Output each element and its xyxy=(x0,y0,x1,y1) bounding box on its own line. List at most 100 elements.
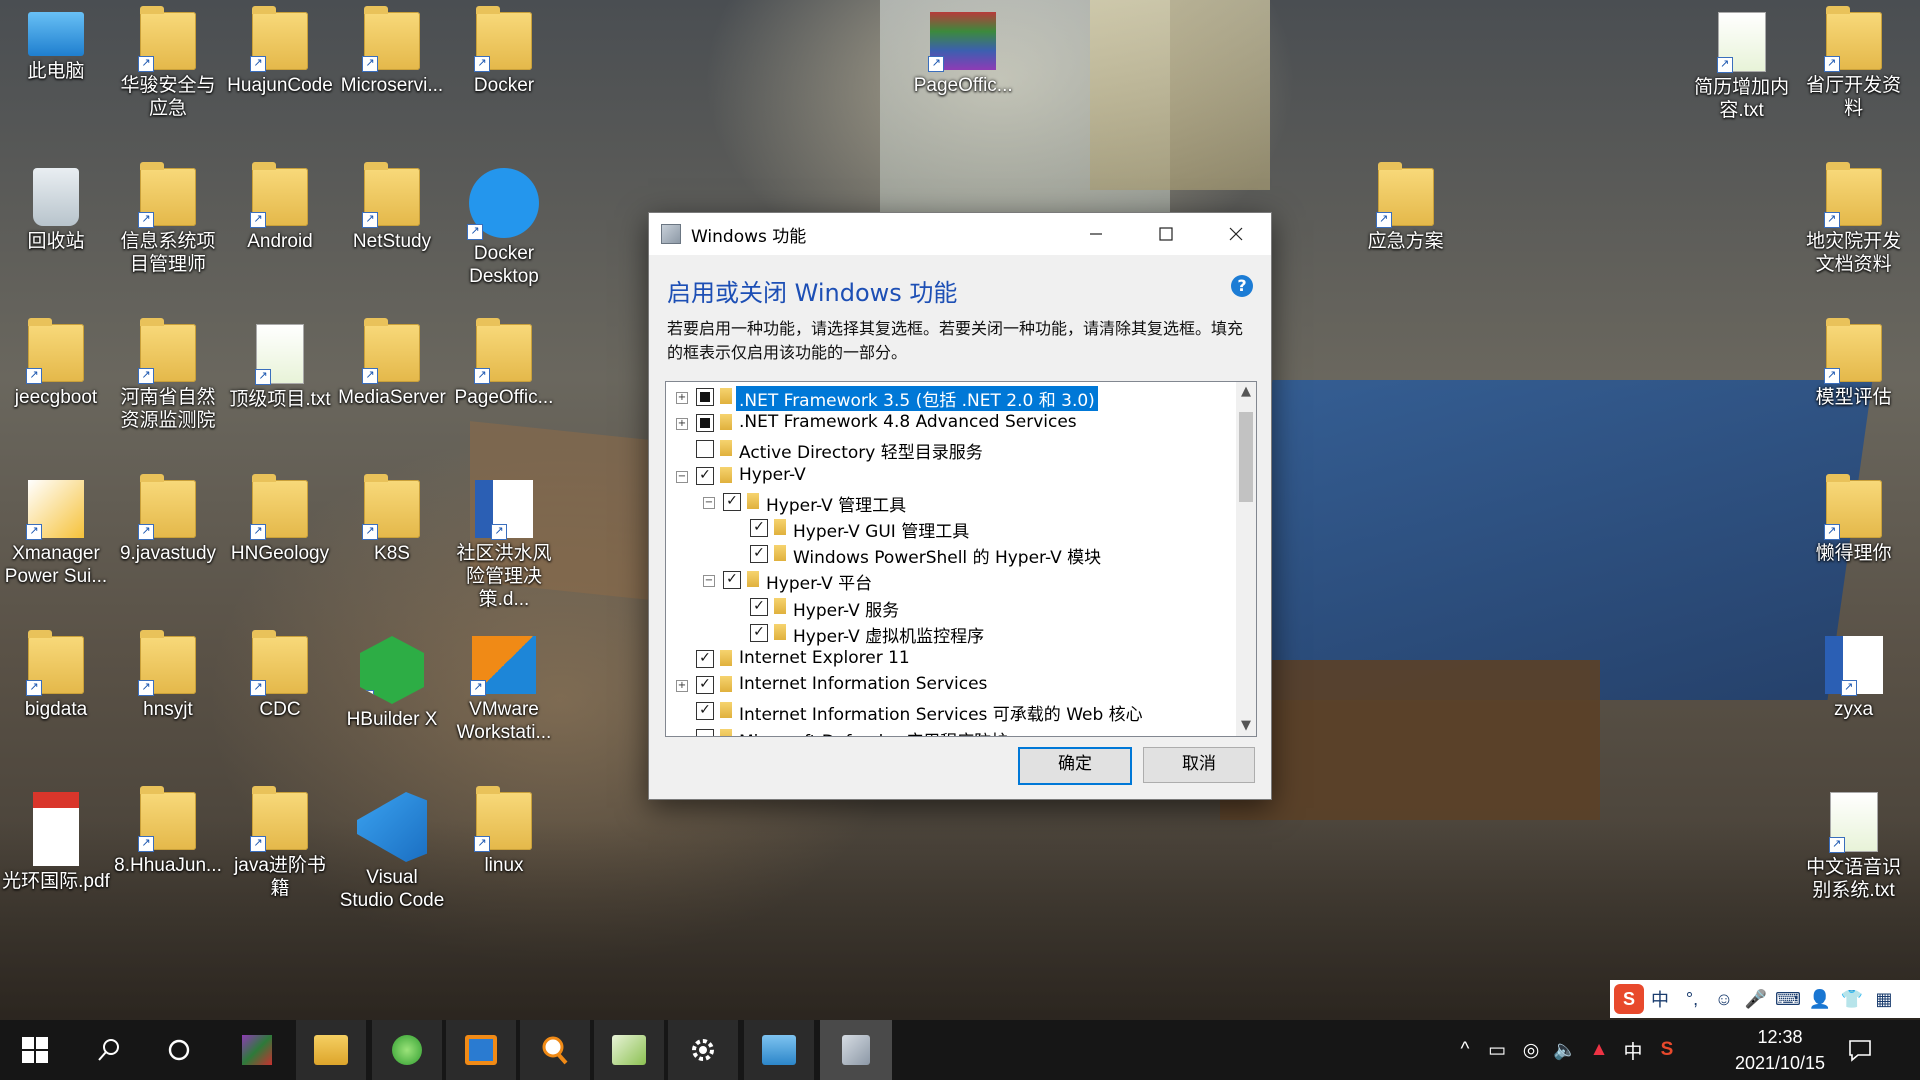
desktop-icon[interactable]: ↗ 应急方案 xyxy=(1351,162,1461,253)
desktop-icon[interactable]: ↗ 信息系统项目管理师 xyxy=(113,162,223,276)
feature-checkbox[interactable] xyxy=(696,414,714,433)
desktop-icon[interactable]: ↗ java进阶书籍 xyxy=(225,786,335,900)
feature-row[interactable]: + ✓ Internet Information Services xyxy=(666,672,1226,698)
desktop-icon[interactable]: ↗ zyxa xyxy=(1799,636,1909,721)
feature-row[interactable]: ✓ Hyper-V GUI 管理工具 xyxy=(666,515,1226,542)
desktop-icon[interactable]: ↗ Docker xyxy=(449,6,559,97)
expand-icon[interactable]: + xyxy=(676,418,688,431)
feature-row[interactable]: − ✓ Hyper-V 平台 xyxy=(666,567,1226,594)
network-icon[interactable]: ▭ xyxy=(1480,1039,1514,1062)
desktop-icon[interactable]: ↗ 顶级项目.txt xyxy=(225,324,335,411)
ime-punctuation-toggle[interactable]: °, xyxy=(1676,989,1708,1010)
feature-row[interactable]: ✓ Internet Explorer 11 xyxy=(666,646,1226,672)
app-tray-icon[interactable]: ▲ xyxy=(1582,1039,1616,1061)
feature-row[interactable]: ✓ Hyper-V 服务 xyxy=(666,594,1226,621)
feature-checkbox[interactable]: ✓ xyxy=(696,650,714,668)
desktop-icon[interactable]: ↗ 8.HhuaJun... xyxy=(113,786,223,877)
start-button[interactable] xyxy=(0,1020,70,1080)
collapse-icon[interactable]: − xyxy=(676,470,688,483)
desktop-icon[interactable]: ↗ 华骏安全与应急 xyxy=(113,6,223,120)
feature-row[interactable]: Microsoft Defender 应用程序防护 xyxy=(666,725,1226,736)
sync-icon[interactable]: ◎ xyxy=(1514,1039,1548,1062)
taskbar-windows-features[interactable] xyxy=(820,1020,892,1080)
microphone-icon[interactable]: 🎤 xyxy=(1740,989,1772,1010)
close-button[interactable] xyxy=(1201,213,1271,255)
feature-row[interactable]: + .NET Framework 3.5 (包括 .NET 2.0 和 3.0) xyxy=(666,384,1226,412)
search-button[interactable] xyxy=(74,1020,144,1080)
feature-row[interactable]: ✓ Hyper-V 虚拟机监控程序 xyxy=(666,620,1226,647)
cortana-button[interactable] xyxy=(144,1020,214,1080)
desktop-icon[interactable]: ↗ HNGeology xyxy=(225,474,335,565)
cancel-button[interactable]: 取消 xyxy=(1143,747,1255,783)
feature-row[interactable]: − ✓ Hyper-V xyxy=(666,463,1226,489)
desktop-icon[interactable]: ↗ HBuilder X xyxy=(337,636,447,731)
desktop-icon[interactable]: ↗ 中文语音识别系统.txt xyxy=(1799,792,1909,902)
feature-checkbox[interactable]: ✓ xyxy=(723,571,741,590)
desktop-icon[interactable]: ↗ PageOffic... xyxy=(449,318,559,409)
desktop-icon[interactable]: ↗ 9.javastudy xyxy=(113,474,223,565)
desktop-icon[interactable]: ↗ 省厅开发资料 xyxy=(1799,6,1909,120)
desktop-icon[interactable]: ↗ 地灾院开发文档资料 xyxy=(1799,162,1909,276)
desktop-icon[interactable]: ↗ PageOffic... xyxy=(908,12,1018,97)
feature-checkbox[interactable]: ✓ xyxy=(750,597,768,616)
taskbar-settings[interactable] xyxy=(668,1020,738,1080)
desktop-icon[interactable]: ↗ Visual Studio Code xyxy=(337,792,447,912)
feature-checkbox[interactable] xyxy=(696,440,714,459)
desktop-icon[interactable]: ↗ HuajunCode xyxy=(225,6,335,97)
feature-checkbox[interactable]: ✓ xyxy=(750,623,768,642)
ime-mode-toggle[interactable]: 中 xyxy=(1644,986,1676,1012)
desktop-icon[interactable]: ↗ bigdata xyxy=(1,630,111,721)
feature-checkbox[interactable]: ✓ xyxy=(723,492,741,511)
desktop-icon[interactable]: ↗ CDC xyxy=(225,630,335,721)
scroll-thumb[interactable] xyxy=(1239,412,1253,502)
feature-row[interactable]: ✓ Windows PowerShell 的 Hyper-V 模块 xyxy=(666,541,1226,568)
chevron-up-icon[interactable]: ^ xyxy=(1450,1039,1480,1061)
sogou-ime-icon[interactable]: S xyxy=(1614,984,1644,1014)
minimize-button[interactable] xyxy=(1061,213,1131,255)
desktop-icon[interactable]: ↗ 社区洪水风险管理决策.d... xyxy=(449,480,559,611)
maximize-button[interactable] xyxy=(1131,213,1201,255)
taskbar-browser[interactable] xyxy=(372,1020,442,1080)
feature-checkbox[interactable]: ✓ xyxy=(750,519,768,537)
feature-row[interactable]: ✓ Internet Information Services 可承载的 Web … xyxy=(666,698,1226,725)
desktop-icon[interactable]: ↗ K8S xyxy=(337,474,447,565)
feature-checkbox[interactable]: ✓ xyxy=(696,466,714,485)
feature-checkbox[interactable]: ✓ xyxy=(750,545,768,564)
desktop-icon[interactable]: ↗ Docker Desktop xyxy=(449,168,559,288)
feature-row[interactable]: + .NET Framework 4.8 Advanced Services xyxy=(666,410,1226,436)
desktop-icon[interactable]: ↗ 懒得理你 xyxy=(1799,474,1909,565)
desktop-icon[interactable]: ↗ NetStudy xyxy=(337,162,447,253)
taskbar-control-panel[interactable] xyxy=(744,1020,814,1080)
feature-row[interactable]: Active Directory 轻型目录服务 xyxy=(666,436,1226,463)
scroll-down-icon[interactable]: ▼ xyxy=(1236,716,1256,736)
volume-icon[interactable]: 🔈 xyxy=(1548,1038,1582,1062)
feature-checkbox[interactable]: ✓ xyxy=(696,676,714,695)
desktop-icon[interactable]: 此电脑 xyxy=(1,12,111,83)
feature-checkbox[interactable]: ✓ xyxy=(696,702,714,721)
ime-language[interactable]: 中 xyxy=(1616,1037,1650,1064)
desktop-icon[interactable]: 光环国际.pdf xyxy=(1,792,111,893)
desktop-icon[interactable]: ↗ linux xyxy=(449,786,559,877)
desktop-icon[interactable]: ↗ 模型评估 xyxy=(1799,318,1909,409)
tree-scrollbar[interactable]: ▲ ▼ xyxy=(1236,382,1256,736)
desktop-icon[interactable]: ↗ Android xyxy=(225,162,335,253)
keyboard-icon[interactable]: ⌨ xyxy=(1772,989,1804,1010)
help-icon[interactable]: ? xyxy=(1231,275,1253,297)
desktop-icon[interactable]: ↗ hnsyjt xyxy=(113,630,223,721)
emoji-icon[interactable]: ☺ xyxy=(1708,989,1740,1010)
user-icon[interactable]: 👤 xyxy=(1804,989,1836,1010)
taskbar-remote-app[interactable] xyxy=(446,1020,516,1080)
scroll-up-icon[interactable]: ▲ xyxy=(1236,382,1256,402)
desktop-icon[interactable]: ↗ Microservi... xyxy=(337,6,447,97)
desktop-icon[interactable]: ↗ VMware Workstati... xyxy=(449,636,559,744)
taskbar-winrar[interactable] xyxy=(222,1020,292,1080)
toolbox-icon[interactable]: ▦ xyxy=(1868,989,1900,1010)
expand-icon[interactable]: + xyxy=(676,680,688,693)
taskbar-search-tool[interactable] xyxy=(520,1020,590,1080)
desktop-icon[interactable]: ↗ Xmanager Power Sui... xyxy=(1,480,111,588)
ok-button[interactable]: 确定 xyxy=(1018,747,1132,785)
desktop-icon[interactable]: ↗ 简历增加内容.txt xyxy=(1687,12,1797,122)
desktop-icon[interactable]: 回收站 xyxy=(1,168,111,253)
collapse-icon[interactable]: − xyxy=(703,575,715,588)
feature-checkbox[interactable] xyxy=(696,728,714,736)
